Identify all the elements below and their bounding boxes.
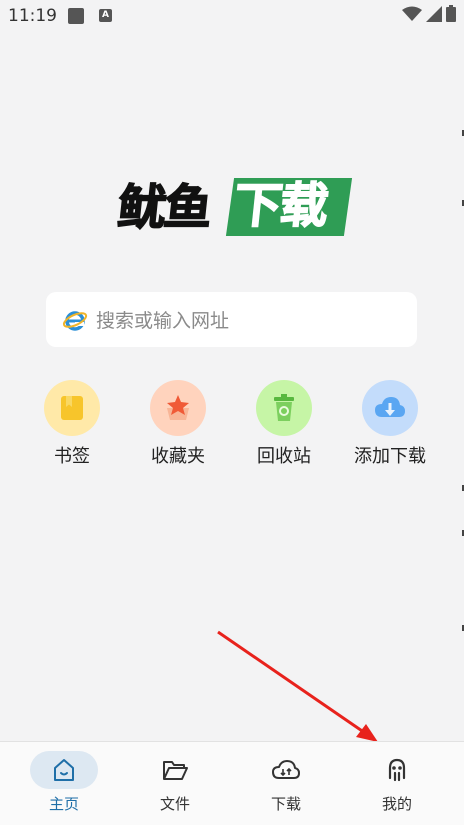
search-input[interactable]: 搜索或输入网址 [96,306,229,333]
star-icon [150,380,206,436]
nav-label: 下载 [270,795,301,813]
shortcut-bookmarks[interactable]: 书签 [22,380,122,468]
status-bar: 11:19 A [0,0,464,34]
nav-home[interactable]: 主页 [6,742,122,825]
nav-label: 文件 [159,795,190,813]
system-status-icons [402,5,456,22]
cloud-download-icon [362,380,418,436]
shortcut-favorites[interactable]: 收藏夹 [128,380,228,468]
shortcut-label: 收藏夹 [151,446,205,467]
nav-label: 我的 [381,795,412,813]
home-icon [30,751,98,789]
shortcut-add-download[interactable]: 添加下载 [340,380,440,468]
profile-icon [363,751,431,789]
ie-browser-icon [62,310,88,331]
status-time: 11:19 [8,6,57,26]
shortcut-recycle-bin[interactable]: 回收站 [234,380,334,468]
search-bar[interactable]: 搜索或输入网址 [46,292,417,347]
recycle-bin-icon [256,380,312,436]
square-icon [68,8,84,24]
nav-files[interactable]: 文件 [117,742,233,825]
nav-downloads[interactable]: 下载 [228,742,344,825]
bottom-navigation: 主页 文件 下载 我的 [0,741,464,825]
app-logo: 鱿鱼 下载 [114,172,353,244]
a-icon: A [99,9,112,22]
shortcut-label: 回收站 [257,446,311,467]
bookmark-icon [44,380,100,436]
logo-text-right: 下载 [230,177,329,235]
nav-label: 主页 [48,795,79,813]
logo-text-left: 鱿鱼 [114,179,213,237]
battery-icon [446,5,456,22]
shortcut-label: 书签 [54,446,90,467]
cloud-sync-icon [252,751,320,789]
shortcut-grid: 书签 收藏夹 回收站 添加下载 [0,380,464,470]
signal-icon [426,5,442,22]
shortcut-label: 添加下载 [354,446,426,467]
wifi-icon [402,6,422,21]
nav-profile[interactable]: 我的 [339,742,455,825]
folder-icon [141,751,209,789]
